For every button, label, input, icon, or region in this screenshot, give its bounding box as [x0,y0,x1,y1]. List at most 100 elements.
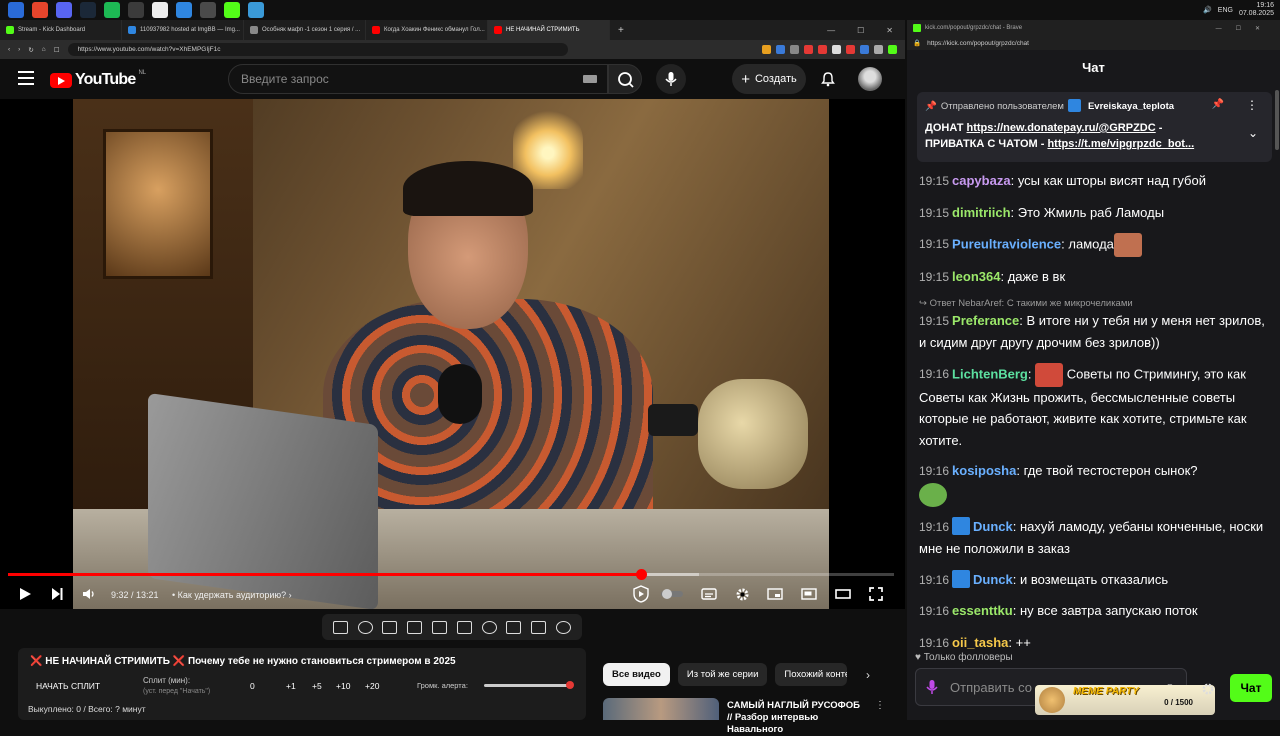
taskbar-app-icon[interactable] [248,2,264,18]
speedometer-icon[interactable] [481,620,497,634]
message-username[interactable]: LichtenBerg [952,366,1028,381]
maximize-button[interactable]: ☐ [857,26,864,35]
browser-tab[interactable]: Когда Хоакин Феникс обманул Гол... [366,20,488,40]
ad-play-button[interactable] [630,585,652,603]
search-button[interactable] [608,64,642,94]
taskbar-app-icon[interactable] [224,2,240,18]
loop-icon[interactable] [332,620,348,634]
split-add-10-button[interactable]: +10 [336,681,350,691]
send-chat-button[interactable]: Чат [1230,674,1272,702]
extension-icon[interactable] [790,45,799,54]
message-username[interactable]: Dunck [973,572,1013,587]
pin-toggle-icon[interactable]: 📌 [1212,99,1224,110]
progress-scrubber[interactable] [635,569,647,580]
message-username[interactable]: Pureultraviolence [952,236,1061,251]
recommended-video[interactable]: САМЫЙ НАГЛЫЙ РУСОФОБ // Разбор интервью … [603,698,893,735]
extension-icon[interactable] [846,45,855,54]
alert-volume-knob[interactable] [566,681,574,689]
extension-icon[interactable] [888,45,897,54]
language-indicator[interactable]: ENG [1218,7,1233,14]
chat-scrollbar[interactable] [1275,90,1279,150]
broadcast-icon[interactable] [357,620,373,634]
extension-icon[interactable] [818,45,827,54]
taskbar-app-icon[interactable] [128,2,144,18]
taskbar-app-icon[interactable] [56,2,72,18]
close-button[interactable]: ✕ [886,26,893,35]
progress-bar[interactable] [8,569,894,580]
extension-icon[interactable] [804,45,813,54]
extension-icon[interactable] [832,45,841,54]
chip-all-videos[interactable]: Все видео [603,663,670,686]
extension-icon[interactable] [776,45,785,54]
alert-volume-slider[interactable] [484,681,574,689]
volume-button[interactable] [80,585,98,603]
more-vert-icon[interactable]: ⋮ [875,700,885,711]
taskbar-app-icon[interactable] [200,2,216,18]
camera-icon[interactable] [531,620,547,634]
message-username[interactable]: leon364 [952,269,1000,284]
keyboard-icon[interactable] [583,75,597,83]
more-vert-icon[interactable]: ⋮ [1246,98,1258,112]
miniplayer-button[interactable] [766,585,784,603]
meme-party-widget[interactable]: MEME PARTY 0 / 1500 [1035,685,1215,715]
fullscreen-button[interactable] [867,585,885,603]
extension-icon[interactable] [860,45,869,54]
message-username[interactable]: Preferance [952,313,1019,328]
voice-search-button[interactable] [656,64,686,94]
youtube-logo[interactable]: YouTube NL [50,70,146,89]
taskbar-app-icon[interactable] [80,2,96,18]
home-icon[interactable]: ⌂ [42,46,46,53]
bookmark-icon[interactable]: ☐ [54,46,60,54]
video-player[interactable]: 9:32 / 13:21 • Как удержать аудиторию? › [0,99,905,609]
search-input[interactable]: Введите запрос [228,64,608,94]
split-add-1-button[interactable]: +1 [286,681,296,691]
gear-icon[interactable] [1201,682,1215,696]
chevron-right-icon[interactable]: › [858,663,878,686]
menu-icon[interactable] [18,71,34,85]
browser-tab[interactable]: 110937982 hosted at ImgBB — Img... [122,20,244,40]
new-tab-button[interactable]: + [610,25,632,36]
url-field[interactable]: https://www.youtube.com/watch?v=XhEMPGIj… [67,43,568,56]
gear-icon[interactable] [556,620,572,634]
image-icon[interactable] [432,620,448,634]
avatar[interactable] [858,67,882,91]
browser-tab[interactable]: Stream - Kick Dashboard [0,20,122,40]
extension-icon[interactable] [762,45,771,54]
microphone-icon[interactable] [926,679,938,695]
recommended-video-title[interactable]: САМЫЙ НАГЛЫЙ РУСОФОБ // Разбор интервью … [727,700,867,736]
create-button[interactable]: + Создать [732,64,806,94]
message-username[interactable]: capybaza [952,173,1011,188]
chip-similar[interactable]: Похожий конте [775,663,848,686]
message-username[interactable]: kosiposha [952,463,1016,478]
extension-icon[interactable] [874,45,883,54]
taskbar-app-icon[interactable] [152,2,168,18]
message-username[interactable]: dimitriich [952,205,1011,220]
taskbar-app-icon[interactable] [8,2,24,18]
message-username[interactable]: essenttku [952,603,1013,618]
next-button[interactable] [48,585,66,603]
message-username[interactable]: Dunck [973,519,1013,534]
chip-same-series[interactable]: Из той же серии [677,663,768,686]
video-thumbnail[interactable] [603,698,719,720]
film-strip-icon[interactable] [456,620,472,634]
chevron-down-icon[interactable]: ⌄ [1248,126,1258,140]
clock[interactable]: 19:16 07.08.2025 [1239,2,1274,18]
reply-reference[interactable]: ↪ Ответ NebarAref: С такими же микрочели… [919,298,1269,310]
browser-tab[interactable]: Особняк мафп -1 сезон 1 серия / ... [244,20,366,40]
split-add-20-button[interactable]: +20 [365,681,379,691]
split-add-5-button[interactable]: +5 [312,681,322,691]
pip-button[interactable] [800,585,818,603]
taskbar-app-icon[interactable] [104,2,120,18]
telegram-link[interactable]: https://t.me/vipgrpzdc_bot... [1047,138,1194,150]
browser-tab[interactable]: НЕ НАЧИНАЙ СТРИМИТЬ [488,20,610,40]
url-text[interactable]: https://kick.com/popout/grpzdc/chat [927,40,1029,47]
bell-icon[interactable] [820,71,836,87]
theater-button[interactable] [834,585,852,603]
taskbar-app-icon[interactable] [32,2,48,18]
clapper-icon[interactable] [407,620,423,634]
cinema-icon[interactable] [382,620,398,634]
play-button[interactable] [16,585,34,603]
window-controls[interactable]: —☐✕ [1216,25,1274,32]
start-split-button[interactable]: НАЧАТЬ СПЛИТ [36,681,100,691]
split-value-0[interactable]: 0 [250,681,255,691]
